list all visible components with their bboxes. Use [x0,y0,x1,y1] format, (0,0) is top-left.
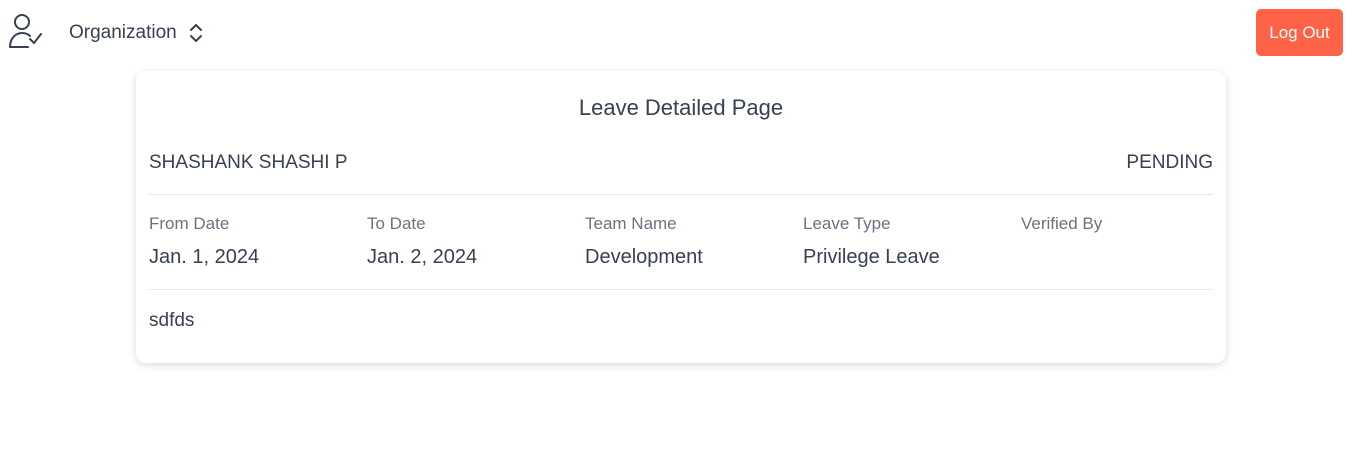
leave-detail-card: Leave Detailed Page SHASHANK SHASHI P PE… [136,71,1226,363]
field-label: To Date [367,214,426,233]
field-verified-by: Verified By [1021,214,1231,272]
field-label: Leave Type [803,214,891,233]
status-badge: PENDING [1126,152,1213,173]
top-bar: Organization Log Out [0,0,1365,64]
field-value: Development [585,246,703,268]
field-leave-type: Leave Type Privilege Leave [803,214,1013,272]
employee-name: SHASHANK SHASHI P [149,152,348,173]
field-value: Jan. 2, 2024 [367,246,478,268]
page-title: Leave Detailed Page [578,95,784,120]
field-label: From Date [149,214,230,233]
user-check-icon[interactable] [8,12,44,50]
field-label: Verified By [1021,214,1103,233]
chevron-up-down-icon [189,24,202,42]
field-value: Jan. 1, 2024 [149,246,260,268]
leave-reason: sdfds [149,310,195,331]
field-value: Privilege Leave [803,246,940,268]
organization-label: Organization [69,22,177,43]
divider [149,194,1213,195]
field-value [1021,246,1231,272]
field-team-name: Team Name Development [585,214,795,272]
field-from-date: From Date Jan. 1, 2024 [149,214,359,272]
field-label: Team Name [585,214,677,233]
logout-button[interactable]: Log Out [1256,9,1343,56]
field-to-date: To Date Jan. 2, 2024 [367,214,577,272]
divider [149,289,1213,290]
organization-switcher[interactable]: Organization [69,20,205,46]
